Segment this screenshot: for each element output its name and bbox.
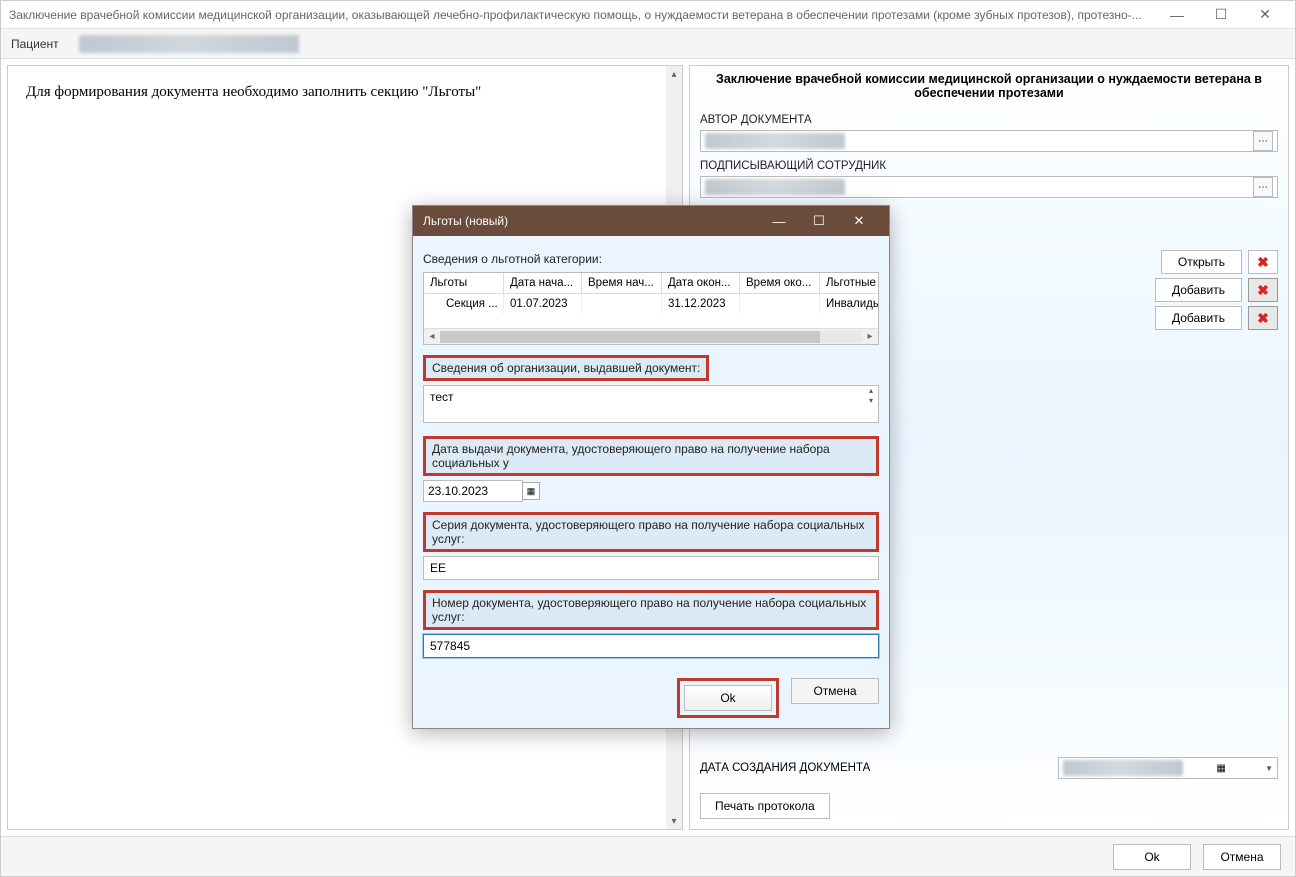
col-start-time[interactable]: Время нач... [582,273,662,294]
open-button[interactable]: Открыть [1161,250,1242,274]
spin-up-icon[interactable]: ▴ [864,386,878,396]
signer-input[interactable]: ⋯ [700,176,1278,198]
ok-button-highlight: Ok [677,678,779,718]
dialog-cancel-button[interactable]: Отмена [791,678,879,704]
series-label-highlighted: Серия документа, удостоверяющего право н… [423,512,879,552]
main-cancel-button[interactable]: Отмена [1203,844,1281,870]
cell-end-date: 31.12.2023 [662,294,740,314]
series-input[interactable] [423,556,879,580]
x-icon: ✖ [1257,254,1269,271]
dropdown-icon: ▼ [1265,764,1273,773]
x-icon: ✖ [1257,282,1269,299]
author-label: АВТОР ДОКУМЕНТА [700,114,1278,126]
window-title: Заключение врачебной комиссии медицинско… [9,8,1155,22]
date-label-highlighted: Дата выдачи документа, удостоверяющего п… [423,436,879,476]
cell-start-date: 01.07.2023 [504,294,582,314]
org-label-highlighted: Сведения об организации, выдавшей докуме… [423,355,709,381]
grid-row[interactable]: Секция ... 01.07.2023 31.12.2023 Инвалид… [424,294,878,314]
author-browse-button[interactable]: ⋯ [1253,131,1273,151]
main-footer: Ok Отмена [1,836,1295,876]
date-created-combo[interactable]: ▦ ▼ [1058,757,1278,779]
number-label-highlighted: Номер документа, удостоверяющего право н… [423,590,879,630]
delete-add-button-1[interactable]: ✖ [1248,278,1278,302]
toolbar: Пациент [1,29,1295,59]
dialog-titlebar: Льготы (новый) — ☐ ✕ [413,206,889,236]
cell-start-time [582,294,662,314]
dialog-body: Сведения о льготной категории: Льготы Да… [413,236,889,668]
dialog-title: Льготы (новый) [423,214,759,228]
spin-down-icon[interactable]: ▾ [864,396,878,406]
col-end-time[interactable]: Время око... [740,273,820,294]
minimize-button[interactable]: — [1155,1,1199,29]
signer-browse-button[interactable]: ⋯ [1253,177,1273,197]
category-section-title: Сведения о льготной категории: [423,252,879,266]
cell-benefits: Секция ... [424,294,504,314]
date-created-redacted [1063,760,1183,776]
close-button[interactable]: ✕ [1243,1,1287,29]
author-input[interactable]: ⋯ [700,130,1278,152]
dialog-footer: Ok Отмена [413,668,889,728]
col-category[interactable]: Льготные [820,273,878,294]
col-benefits[interactable]: Льготы [424,273,504,294]
dialog-ok-button[interactable]: Ok [684,685,772,711]
calendar-icon: ▦ [527,486,536,497]
signer-label: ПОДПИСЫВАЮЩИЙ СОТРУДНИК [700,160,1278,172]
scroll-up-icon[interactable]: ▴ [666,66,682,82]
date-created-label: ДАТА СОЗДАНИЯ ДОКУМЕНТА [700,762,870,774]
add-button-2[interactable]: Добавить [1155,306,1242,330]
number-input[interactable] [423,634,879,658]
issue-date-input[interactable] [423,480,523,502]
benefits-grid[interactable]: Льготы Дата нача... Время нач... Дата ок… [423,272,879,345]
x-icon: ✖ [1257,310,1269,327]
patient-label: Пациент [11,37,59,51]
scroll-down-icon[interactable]: ▾ [666,813,682,829]
maximize-button[interactable]: ☐ [1199,1,1243,29]
dialog-close-button[interactable]: ✕ [839,206,879,236]
print-protocol-button[interactable]: Печать протокола [700,793,830,819]
dialog-maximize-button[interactable]: ☐ [799,206,839,236]
calendar-icon: ▦ [1216,763,1225,774]
main-ok-button[interactable]: Ok [1113,844,1191,870]
delete-open-button[interactable]: ✖ [1248,250,1278,274]
scroll-left-icon[interactable]: ◂ [424,331,440,342]
textarea-spinner[interactable]: ▴▾ [864,386,878,406]
add-button-1[interactable]: Добавить [1155,278,1242,302]
dialog-minimize-button[interactable]: — [759,206,799,236]
org-textarea[interactable] [423,385,879,423]
author-value-redacted [705,133,845,149]
calendar-button[interactable]: ▦ [522,482,540,500]
cell-end-time [740,294,820,314]
panel-title: Заключение врачебной комиссии медицинско… [700,70,1278,106]
benefits-dialog: Льготы (новый) — ☐ ✕ Сведения о льготной… [412,205,890,729]
scroll-right-icon[interactable]: ▸ [862,331,878,342]
col-end-date[interactable]: Дата окон... [662,273,740,294]
fill-benefits-prompt: Для формирования документа необходимо за… [26,84,481,100]
col-start-date[interactable]: Дата нача... [504,273,582,294]
patient-name-redacted [79,35,299,53]
grid-h-scrollbar[interactable]: ◂ ▸ [424,328,878,344]
delete-add-button-2[interactable]: ✖ [1248,306,1278,330]
cell-category: Инвалиды [820,294,878,314]
titlebar: Заключение врачебной комиссии медицинско… [1,1,1295,29]
signer-value-redacted [705,179,845,195]
